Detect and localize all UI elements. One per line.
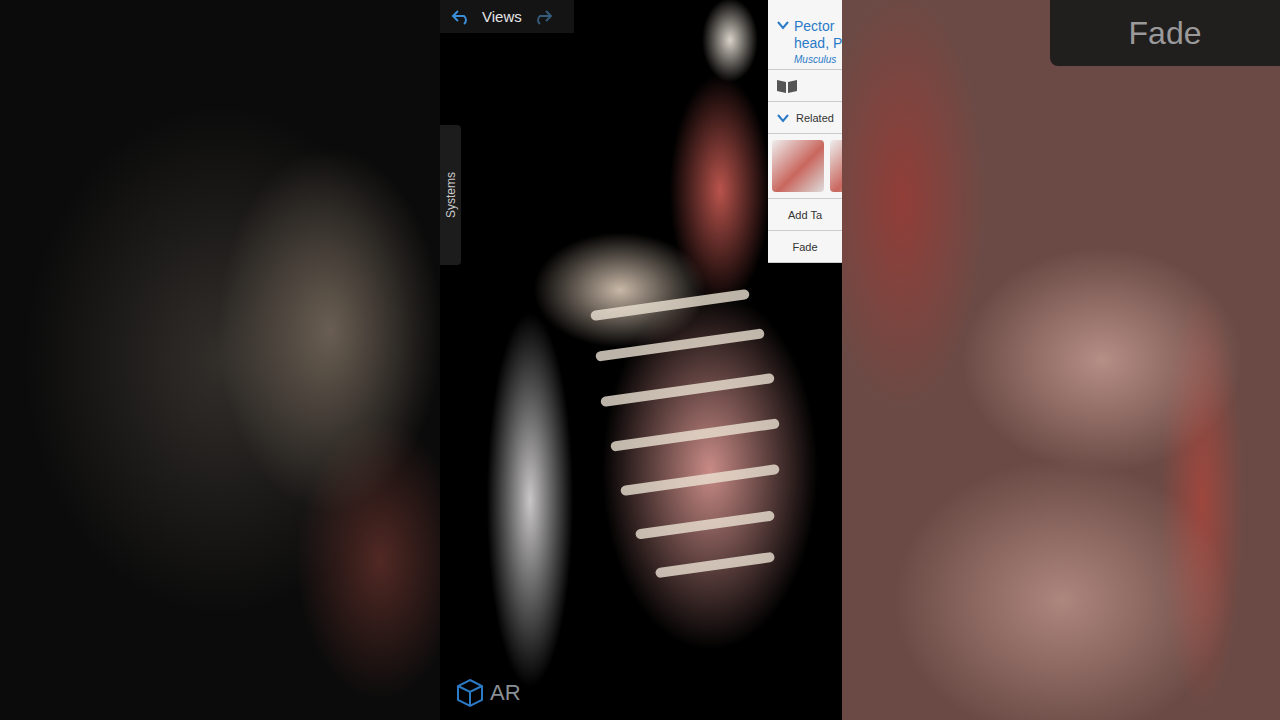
rib-shape: [620, 464, 780, 496]
rib-shape: [635, 510, 775, 539]
related-label[interactable]: Related: [796, 112, 834, 124]
blurred-background-right: Fade: [842, 0, 1280, 720]
fade-row[interactable]: Fade: [768, 231, 842, 263]
add-tag-label[interactable]: Add Ta: [788, 209, 822, 221]
structure-system: Musculus: [794, 54, 842, 65]
views-bar: Views: [440, 0, 574, 33]
related-thumbnail[interactable]: [772, 140, 824, 192]
panel-header[interactable]: Pectorhead, P Musculus: [768, 0, 842, 70]
book-row[interactable]: [768, 70, 842, 102]
redo-icon[interactable]: [532, 8, 554, 26]
ar-button[interactable]: AR: [456, 678, 521, 708]
ar-label[interactable]: AR: [490, 680, 521, 706]
app-view: Views Systems Pectorhead, P Musculus Related…: [440, 0, 842, 720]
rib-shape: [610, 418, 780, 452]
rib-shape: [600, 373, 775, 407]
systems-tab[interactable]: Systems: [440, 125, 461, 265]
fade-box: Fade: [1050, 0, 1280, 66]
info-panel: Pectorhead, P Musculus Related Add Ta Fade: [768, 0, 842, 263]
chevron-icon[interactable]: [776, 18, 790, 32]
fade-label-large: Fade: [1129, 15, 1202, 52]
rib-shape: [655, 552, 775, 579]
add-tag-row[interactable]: Add Ta: [768, 199, 842, 231]
systems-label[interactable]: Systems: [444, 172, 458, 218]
rib-shape: [590, 289, 750, 321]
views-label[interactable]: Views: [482, 8, 522, 25]
book-icon[interactable]: [776, 78, 798, 94]
rib-shape: [595, 328, 765, 362]
chevron-icon[interactable]: [776, 111, 790, 125]
structure-title: head, P: [794, 35, 842, 52]
undo-icon[interactable]: [450, 8, 472, 26]
related-row[interactable]: Related: [768, 102, 842, 134]
related-thumbnails: [768, 134, 842, 199]
related-thumbnail[interactable]: [830, 140, 842, 192]
blurred-background-left: [0, 0, 440, 720]
title-block: Pectorhead, P Musculus: [794, 18, 842, 65]
fade-label[interactable]: Fade: [792, 241, 817, 253]
cube-icon[interactable]: [456, 678, 484, 708]
structure-title: Pector: [794, 18, 842, 35]
